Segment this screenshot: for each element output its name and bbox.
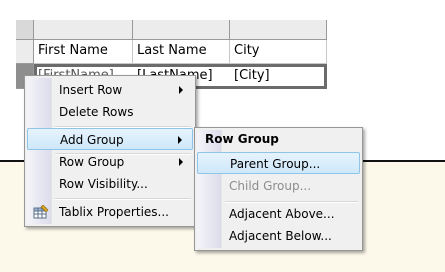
menu-separator	[55, 198, 191, 200]
menu-item-label: Adjacent Below...	[229, 229, 332, 243]
menu-item-label: Add Group	[60, 133, 124, 147]
menu-item-row-visibility[interactable]: Row Visibility...	[27, 173, 193, 195]
row-group-submenu: Row Group Parent Group... Child Group...…	[194, 127, 363, 251]
column-handle-last-name[interactable]	[133, 20, 230, 40]
submenu-arrow-icon	[179, 86, 183, 94]
menu-item-row-group[interactable]: Row Group	[27, 151, 193, 173]
menu-item-insert-row[interactable]: Insert Row	[27, 79, 193, 101]
submenu-arrow-icon	[178, 136, 182, 144]
submenu-item-child-group: Child Group...	[197, 175, 360, 197]
tablix-properties-icon	[33, 205, 49, 219]
submenu-header: Row Group	[205, 132, 279, 146]
row-handle-header[interactable]	[16, 40, 34, 64]
header-cell-last-name[interactable]: Last Name	[133, 40, 230, 64]
menu-item-label: Adjacent Above...	[229, 207, 335, 221]
context-menu: Insert Row Delete Rows Add Group Row Gro…	[24, 75, 196, 227]
submenu-item-parent-group[interactable]: Parent Group...	[197, 152, 360, 174]
submenu-arrow-icon	[179, 158, 183, 166]
menu-item-delete-rows[interactable]: Delete Rows	[27, 101, 193, 123]
header-cell-first-name[interactable]: First Name	[34, 40, 133, 64]
header-cell-city[interactable]: City	[230, 40, 327, 64]
menu-item-label: Delete Rows	[59, 105, 134, 119]
submenu-item-adjacent-above[interactable]: Adjacent Above...	[197, 203, 360, 225]
menu-item-label: Insert Row	[59, 83, 123, 97]
detail-cell-city[interactable]: [City]	[234, 68, 270, 83]
menu-item-label: Tablix Properties...	[59, 205, 169, 219]
menu-item-add-group[interactable]: Add Group	[27, 128, 193, 150]
menu-item-label: Child Group...	[229, 179, 312, 193]
tablix-corner-handle[interactable]	[16, 20, 34, 40]
column-handle-city[interactable]	[230, 20, 327, 40]
menu-item-label: Parent Group...	[230, 157, 321, 171]
menu-item-label: Row Visibility...	[59, 177, 148, 191]
submenu-item-adjacent-below[interactable]: Adjacent Below...	[197, 225, 360, 247]
menu-item-label: Row Group	[59, 155, 125, 169]
menu-item-tablix-properties[interactable]: Tablix Properties...	[27, 201, 193, 223]
column-handle-first-name[interactable]	[34, 20, 133, 40]
